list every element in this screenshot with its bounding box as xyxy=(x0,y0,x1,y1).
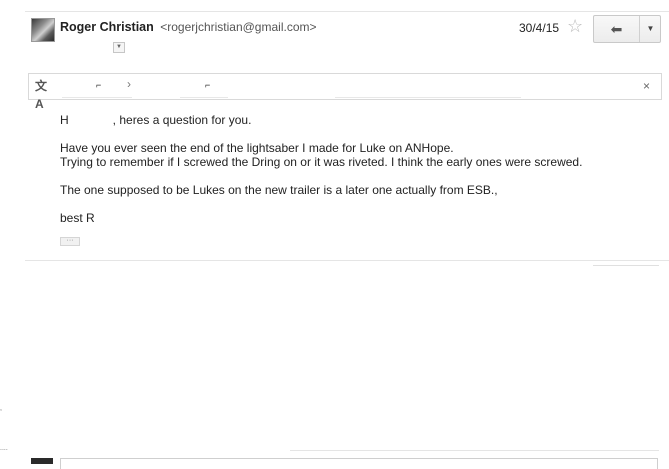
translate-underline xyxy=(62,97,132,98)
sender-name[interactable]: Roger Christian xyxy=(60,20,154,34)
greeting-rest: , heres a question for you. xyxy=(112,113,252,127)
user-avatar xyxy=(31,458,53,464)
greeting-start: H xyxy=(60,113,69,127)
sender-email: <rogerjchristian@gmail.com> xyxy=(160,20,317,34)
show-trimmed-content-button[interactable]: ··· xyxy=(60,237,80,246)
message-date: 30/4/15 xyxy=(519,21,560,35)
reply-icon[interactable]: ⬅ xyxy=(594,16,639,42)
show-details-icon[interactable]: ▼ xyxy=(113,42,125,53)
star-icon[interactable]: ☆ xyxy=(567,16,583,36)
source-language-select[interactable]: ⌐ xyxy=(96,80,101,90)
translate-underline xyxy=(180,97,228,98)
sender-avatar[interactable] xyxy=(31,18,55,42)
top-divider xyxy=(25,11,669,12)
translate-link-underline xyxy=(335,97,521,98)
chevron-right-icon: › xyxy=(127,77,131,91)
message-line: The one supposed to be Lukes on the new … xyxy=(60,183,498,197)
edge-mark: , xyxy=(0,405,2,412)
message-line: Have you ever seen the end of the lights… xyxy=(60,141,454,155)
sender: Roger Christian <rogerjchristian@gmail.c… xyxy=(60,20,317,34)
close-icon[interactable]: × xyxy=(643,79,650,93)
message-divider xyxy=(25,260,669,261)
translate-bar xyxy=(28,73,662,100)
greeting: H , heres a question for you. xyxy=(60,113,251,127)
message-line: Trying to remember if I screwed the Drin… xyxy=(60,155,583,169)
target-language-select[interactable]: ⌐ xyxy=(205,80,210,90)
more-options-icon[interactable]: ▼ xyxy=(639,16,661,42)
bottom-divider xyxy=(290,450,659,451)
divider xyxy=(593,265,659,266)
reply-button-group: ⬅ ▼ xyxy=(593,15,661,43)
signoff: best R xyxy=(60,211,95,225)
edge-mark: .... xyxy=(0,445,8,452)
translate-icon: 文A xyxy=(35,79,48,111)
